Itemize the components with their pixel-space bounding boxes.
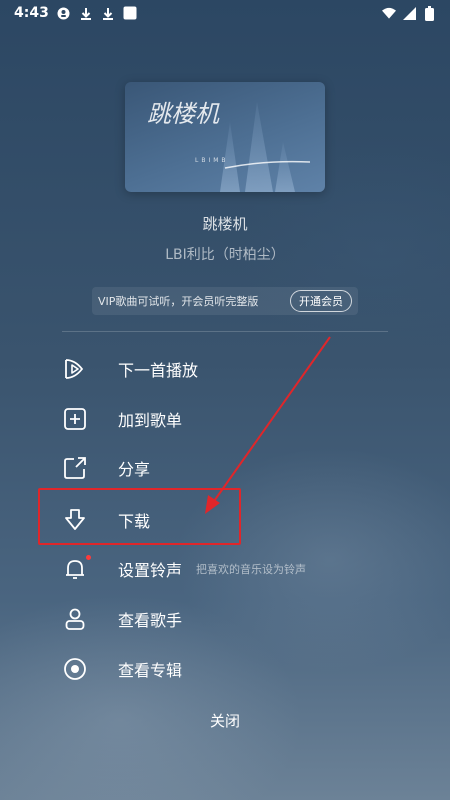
album-icon	[62, 656, 88, 682]
album-cover-subtitle: LBIMB	[195, 157, 229, 164]
singer-icon	[62, 606, 88, 632]
status-time: 4:43	[14, 5, 49, 21]
menu-item-label: 查看歌手	[118, 611, 183, 630]
play-next-icon	[62, 356, 88, 382]
new-badge-dot	[86, 555, 91, 560]
status-right	[382, 5, 436, 21]
menu-item-view-singer[interactable]: 查看歌手	[62, 601, 392, 637]
menu-item-add-to-playlist[interactable]: 加到歌单	[62, 401, 392, 437]
share-icon	[62, 455, 88, 481]
divider	[62, 331, 388, 332]
app-icon	[123, 6, 137, 20]
menu-item-hint: 把喜欢的音乐设为铃声	[196, 563, 307, 576]
menu-item-set-ringtone[interactable]: 设置铃声 把喜欢的音乐设为铃声	[62, 551, 392, 587]
download-icon	[101, 6, 115, 20]
menu-item-label: 查看专辑	[118, 661, 183, 680]
vip-banner-text: VIP歌曲可试听，开会员听完整版	[98, 295, 259, 308]
menu-item-label: 加到歌单	[118, 411, 183, 430]
menu-item-play-next[interactable]: 下一首播放	[62, 351, 392, 387]
add-to-playlist-icon	[62, 406, 88, 432]
notification-icon	[57, 6, 71, 20]
close-button[interactable]: 关闭	[175, 710, 275, 736]
signal-icon	[402, 6, 416, 20]
song-title: 跳楼机	[202, 215, 248, 233]
vip-banner: VIP歌曲可试听，开会员听完整版 开通会员	[92, 287, 358, 315]
album-cover-title: 跳楼机	[147, 100, 220, 128]
status-bar: 4:43	[0, 0, 450, 26]
album-cover: 跳楼机 LBIMB	[125, 82, 325, 192]
wifi-icon	[382, 6, 396, 20]
menu-item-view-album[interactable]: 查看专辑	[62, 651, 392, 687]
download-icon	[79, 6, 93, 20]
status-left: 4:43	[14, 5, 137, 21]
open-vip-button[interactable]: 开通会员	[290, 290, 352, 312]
album-cover-art: 跳楼机 LBIMB	[147, 100, 311, 192]
battery-icon	[422, 5, 436, 21]
bell-icon	[62, 555, 91, 582]
menu-item-share[interactable]: 分享	[62, 450, 392, 486]
menu-item-label: 设置铃声	[118, 561, 183, 580]
annotation-highlight-box	[38, 488, 241, 545]
song-artist[interactable]: LBI利比（时柏尘）	[0, 244, 450, 264]
menu-item-label: 分享	[118, 460, 151, 479]
menu-item-label: 下一首播放	[118, 361, 199, 380]
